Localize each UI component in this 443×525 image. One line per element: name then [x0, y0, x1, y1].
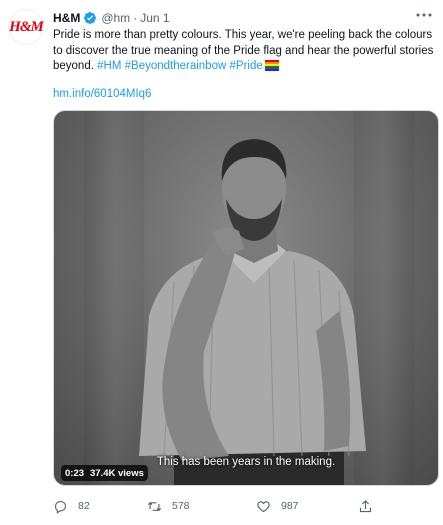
hashtag-hm[interactable]: #HM [97, 60, 121, 72]
reply-icon [54, 500, 67, 514]
more-options-icon[interactable] [415, 10, 433, 20]
tweet-text: Pride is more than pretty colours. This … [53, 28, 438, 75]
video-duration: 0:23 [65, 467, 85, 479]
hashtag-pride[interactable]: #Pride [230, 60, 263, 72]
tweet[interactable]: H&M H&M @hm · Jun 1 Pride is more than p… [0, 0, 443, 525]
retweet-count: 578 [172, 500, 190, 512]
reply-button[interactable]: 82 [53, 497, 90, 515]
video-stats-badge: 0:23 37.4K views [61, 465, 148, 481]
tweet-header: H&M @hm · Jun 1 [53, 8, 170, 28]
tweet-actions: 82 578 987 [53, 497, 438, 515]
rainbow-flag-icon [264, 60, 279, 71]
author-name[interactable]: H&M [53, 11, 80, 25]
like-button[interactable]: 987 [256, 497, 299, 515]
heart-icon [257, 500, 270, 512]
share-icon [359, 499, 372, 512]
hashtag-beyondtherainbow[interactable]: #Beyondtherainbow [125, 60, 227, 72]
retweet-icon [147, 501, 162, 511]
video-views: 37.4K views [90, 467, 144, 479]
reply-count: 82 [78, 500, 90, 512]
share-button[interactable] [358, 497, 373, 515]
retweet-button[interactable]: 578 [147, 497, 190, 515]
author-handle[interactable]: @hm [101, 11, 130, 25]
separator-dot: · [133, 11, 138, 25]
video-frame-person [139, 139, 366, 485]
hm-logo: H&M [9, 18, 44, 35]
like-count: 987 [281, 500, 299, 512]
avatar[interactable]: H&M [8, 9, 44, 45]
tweet-date[interactable]: Jun 1 [140, 11, 169, 25]
verified-badge-icon [84, 12, 97, 24]
short-link[interactable]: hm.info/60104MIq6 [53, 88, 151, 100]
video-player[interactable]: This has been years in the making. 0:23 … [53, 110, 439, 486]
